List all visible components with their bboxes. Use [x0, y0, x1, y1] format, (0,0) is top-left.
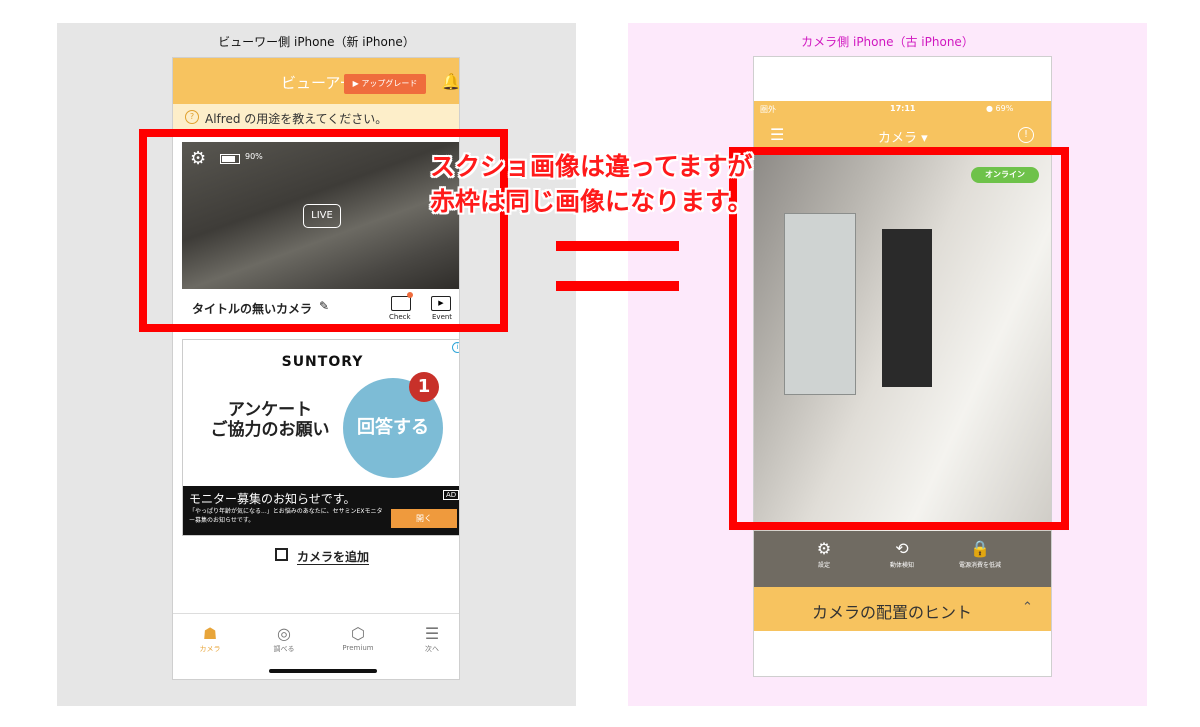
- ad-bottom-bar[interactable]: モニター募集のお知らせです。 AD 「やっぱり年齢が気になる...」とお悩みのあ…: [183, 486, 459, 535]
- equals-bar-bottom: [556, 281, 679, 291]
- tab-bar: ☗ カメラ ◎ 調べる ⬡ Premium ☰ 次へ: [173, 613, 459, 679]
- info-icon[interactable]: !: [1018, 127, 1034, 143]
- callout-line1: スクショ画像は違ってますが: [430, 152, 753, 181]
- control-label: 電源消費を低減: [958, 562, 1001, 569]
- qr-icon: [275, 548, 288, 561]
- settings-button[interactable]: ⚙ 設定: [794, 539, 854, 569]
- battery-status: ● 69%: [986, 104, 1014, 113]
- tab-more[interactable]: ☰ 次へ: [407, 624, 457, 654]
- tab-premium[interactable]: ⬡ Premium: [333, 624, 383, 652]
- bell-icon[interactable]: 🔔: [441, 72, 459, 91]
- status-bar: 圏外 17:11 ● 69%: [754, 101, 1051, 117]
- home-indicator: [269, 669, 377, 673]
- placement-hint-text: カメラの配置のヒント: [812, 603, 973, 622]
- power-save-button[interactable]: 🔒 電源消費を低減: [950, 539, 1010, 569]
- placement-hint-bar[interactable]: カメラの配置のヒント ⌃: [754, 587, 1051, 631]
- tab-camera[interactable]: ☗ カメラ: [185, 624, 235, 654]
- usage-banner-text: Alfred の用途を教えてください。: [205, 112, 388, 126]
- ad-bar-subtext: 「やっぱり年齢が気になる...」とお悩みのあなたに、セサミンEXモニター募集のお…: [189, 508, 383, 524]
- camera-controls: ⚙ 設定 ⟲ 動体検知 🔒 電源消費を低減: [754, 531, 1051, 587]
- highlight-frame-camera: [729, 147, 1069, 530]
- question-icon: ?: [185, 110, 199, 124]
- motion-icon: ⟲: [895, 539, 909, 558]
- tab-label: Premium: [342, 644, 374, 652]
- ad-headline: アンケート ご協力のお願い: [195, 400, 345, 440]
- gear-icon: ⚙: [816, 539, 832, 558]
- tab-label: 次へ: [425, 645, 439, 653]
- motion-detect-button[interactable]: ⟲ 動体検知: [872, 539, 932, 569]
- camera-tab-icon: ☗: [202, 624, 218, 643]
- menu-icon: ☰: [424, 624, 440, 643]
- callout-line2: 赤枠は同じ画像になります。: [430, 187, 753, 216]
- lock-icon: 🔒: [970, 539, 990, 558]
- usage-banner[interactable]: ? Alfred の用途を教えてください。: [173, 104, 459, 130]
- add-camera-button[interactable]: カメラを追加: [275, 548, 370, 565]
- camera-caption: カメラ側 iPhone（古 iPhone）: [801, 35, 974, 49]
- add-camera-label: カメラを追加: [297, 550, 370, 565]
- ad-brand: SUNTORY: [281, 354, 364, 370]
- tab-label: 調べる: [273, 645, 295, 653]
- chevron-up-icon[interactable]: ⌃: [1022, 600, 1033, 615]
- status-time: 17:11: [890, 104, 916, 113]
- camera-title[interactable]: カメラ ▾: [878, 127, 928, 146]
- ad-headline-line2: ご協力のお願い: [210, 420, 330, 440]
- carrier-status: 圏外: [760, 105, 776, 114]
- ad-bar-title: モニター募集のお知らせです。: [189, 492, 356, 506]
- equals-bar-top: [556, 241, 679, 251]
- control-label: 動体検知: [889, 562, 914, 569]
- tab-explore[interactable]: ◎ 調べる: [259, 624, 309, 654]
- control-label: 設定: [817, 562, 830, 569]
- ad-tag: AD: [443, 490, 459, 500]
- ad-banner[interactable]: i SUNTORY アンケート ご協力のお願い 回答する 1 モニター募集のお知…: [182, 339, 459, 536]
- ad-headline-line1: アンケート: [227, 400, 313, 420]
- shield-icon: ⬡: [351, 624, 365, 643]
- viewer-caption: ビューワー側 iPhone（新 iPhone）: [218, 35, 415, 49]
- viewer-header: ビューアー ▶ アップグレード 🔔: [173, 58, 459, 104]
- ad-open-button[interactable]: 開く: [391, 509, 457, 528]
- compass-icon: ◎: [277, 624, 291, 643]
- ad-info-icon[interactable]: i: [452, 342, 459, 353]
- upgrade-button[interactable]: ▶ アップグレード: [344, 74, 426, 94]
- ad-badge: 1: [409, 372, 439, 402]
- camera-header: 圏外 17:11 ● 69% ☰ カメラ ▾ !: [754, 101, 1051, 153]
- tab-label: カメラ: [199, 645, 221, 653]
- hamburger-icon[interactable]: ☰: [770, 125, 784, 144]
